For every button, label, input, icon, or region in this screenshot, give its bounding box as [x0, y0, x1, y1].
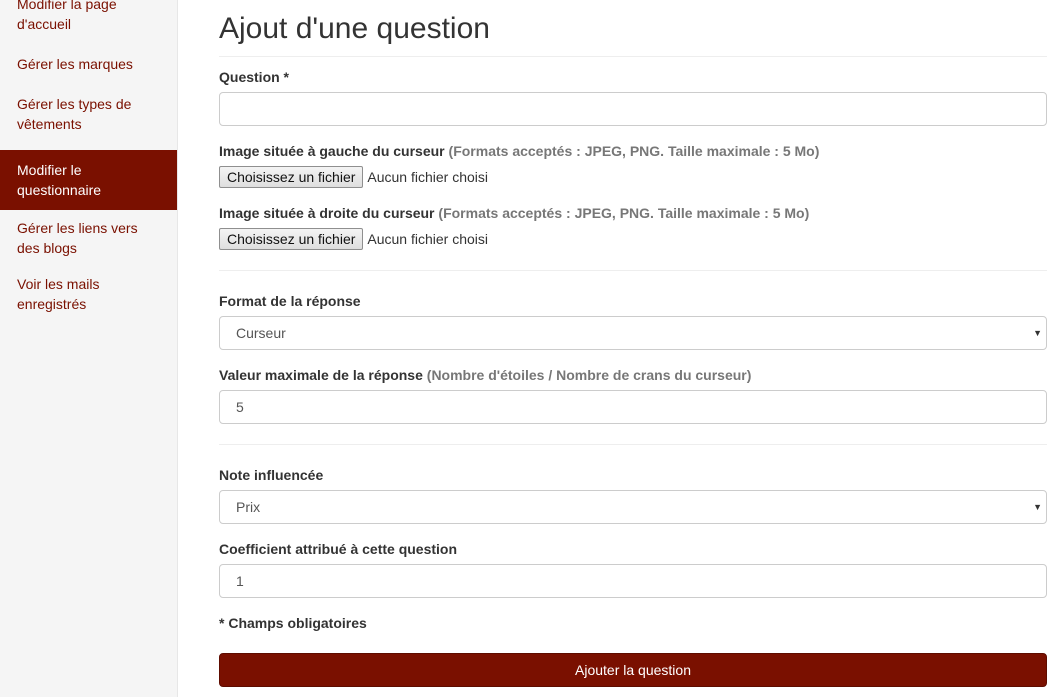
- max-value-input[interactable]: 5: [219, 390, 1047, 424]
- caret-down-icon: ▼: [1033, 502, 1042, 512]
- image-right-label-text: Image située à droite du curseur: [219, 205, 435, 221]
- sidebar-item-label: Modifier le: [17, 162, 82, 178]
- sidebar-item-label: Gérer les marques: [17, 56, 133, 72]
- format-select-value: Curseur: [236, 325, 286, 341]
- image-left-file-status: Aucun fichier choisi: [367, 169, 489, 185]
- sidebar-item-modifier-questionnaire[interactable]: Modifier le questionnaire: [0, 150, 177, 210]
- add-question-button[interactable]: Ajouter la question: [219, 653, 1047, 687]
- section-divider: [219, 444, 1047, 445]
- sidebar-item-label: Modifier la page: [17, 0, 117, 12]
- coefficient-input[interactable]: 1: [219, 564, 1047, 598]
- required-fields-note: * Champs obligatoires: [219, 615, 367, 631]
- title-divider: [219, 56, 1047, 57]
- max-value-label-text: Valeur maximale de la réponse: [219, 367, 423, 383]
- image-right-file-input: Choisissez un fichier Aucun fichier chois…: [219, 228, 488, 250]
- sidebar-item-gerer-marques[interactable]: Gérer les marques: [0, 50, 177, 90]
- sidebar-item-label: des blogs: [17, 240, 77, 256]
- image-right-hint: (Formats acceptés : JPEG, PNG. Taille ma…: [438, 205, 810, 221]
- sidebar-item-gerer-liens-blogs[interactable]: Gérer les liens vers des blogs: [0, 210, 177, 270]
- image-left-file-input: Choisissez un fichier Aucun fichier chois…: [219, 166, 488, 188]
- sidebar-item-modifier-accueil[interactable]: Modifier la page d'accueil: [0, 0, 177, 50]
- sidebar-item-label: Gérer les liens vers: [17, 220, 138, 236]
- image-left-hint: (Formats acceptés : JPEG, PNG. Taille ma…: [448, 143, 820, 159]
- image-right-label: Image située à droite du curseur (Format…: [219, 204, 809, 222]
- page-title: Ajout d'une question: [219, 12, 490, 45]
- image-left-choose-file-button[interactable]: Choisissez un fichier: [219, 166, 364, 188]
- sidebar-item-label: d'accueil: [17, 16, 72, 32]
- note-select[interactable]: Prix ▼: [219, 490, 1047, 524]
- max-value-label: Valeur maximale de la réponse (Nombre d'…: [219, 366, 751, 384]
- coefficient-label: Coefficient attribué à cette question: [219, 541, 458, 557]
- section-divider: [219, 270, 1047, 271]
- sidebar-item-gerer-types-vetements[interactable]: Gérer les types de vêtements: [0, 90, 177, 150]
- note-label: Note influencée: [219, 467, 324, 483]
- image-left-label-text: Image située à gauche du curseur: [219, 143, 445, 159]
- sidebar-item-label: vêtements: [17, 116, 82, 132]
- sidebar-item-label: Voir les mails: [17, 276, 100, 292]
- question-label: Question *: [219, 69, 290, 85]
- sidebar: Modifier la page d'accueil Gérer les marq…: [0, 0, 178, 697]
- format-label: Format de la réponse: [219, 293, 361, 309]
- question-input[interactable]: [219, 92, 1047, 126]
- sidebar-item-label: Gérer les types de: [17, 96, 132, 112]
- image-right-file-status: Aucun fichier choisi: [367, 231, 489, 247]
- format-select[interactable]: Curseur ▼: [219, 316, 1047, 350]
- image-right-choose-file-button[interactable]: Choisissez un fichier: [219, 228, 364, 250]
- caret-down-icon: ▼: [1033, 328, 1042, 338]
- max-value-hint: (Nombre d'étoiles / Nombre de crans du c…: [426, 367, 752, 383]
- sidebar-item-label: questionnaire: [17, 182, 102, 198]
- image-left-label: Image située à gauche du curseur (Format…: [219, 142, 819, 160]
- sidebar-item-voir-mails[interactable]: Voir les mails enregistrés: [0, 270, 177, 330]
- sidebar-item-label: enregistrés: [17, 296, 87, 312]
- note-select-value: Prix: [236, 499, 261, 515]
